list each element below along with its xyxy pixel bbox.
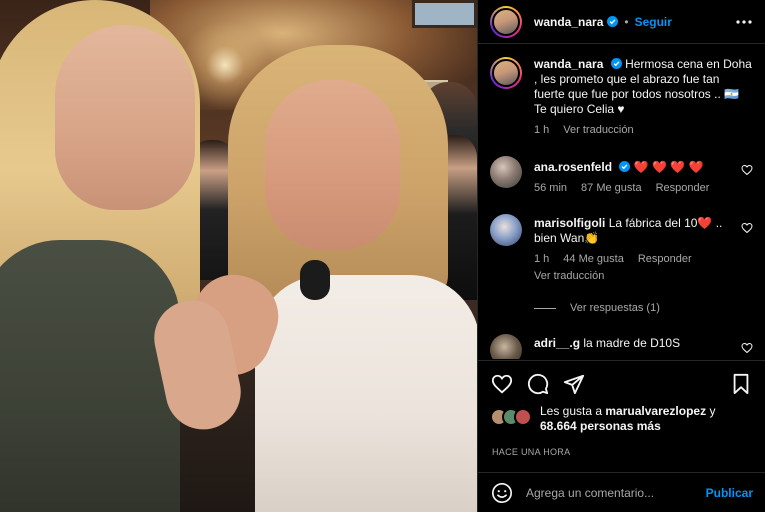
caption-username[interactable]: wanda_nara — [534, 57, 603, 71]
comment-text: la madre de D10S — [583, 336, 681, 350]
post-photo[interactable] — [0, 0, 477, 512]
caption-author-avatar[interactable] — [490, 57, 522, 89]
comment-reply-button[interactable]: Responder — [638, 252, 692, 267]
verified-badge-icon — [607, 16, 619, 27]
post-header: wanda_nara • Seguir — [478, 0, 765, 44]
comment-item: marisolfigoli La fábrica del 10❤️ .. bie… — [490, 214, 753, 284]
young-woman-top — [0, 240, 180, 512]
caption: wanda_nara Hermosa cena en Doha , les pr… — [490, 57, 753, 138]
commenter-username[interactable]: marisolfigoli — [534, 216, 605, 230]
post-timestamp[interactable]: HACE UNA HORA — [492, 447, 570, 457]
comment-composer: Publicar — [478, 472, 765, 512]
post-actions — [478, 360, 765, 406]
comment-meta: 1 h 44 Me gusta Responder — [534, 252, 733, 267]
author-username[interactable]: wanda_nara — [534, 15, 603, 29]
commenter-username[interactable]: ana.rosenfeld — [534, 160, 612, 174]
share-icon[interactable] — [562, 372, 586, 396]
comment-icon[interactable] — [526, 372, 550, 396]
young-woman-face — [55, 25, 195, 210]
separator-dot: • — [624, 14, 629, 29]
comment-input[interactable] — [526, 485, 706, 500]
comment-likes[interactable]: 44 Me gusta — [563, 252, 624, 267]
author-avatar[interactable] — [490, 5, 522, 38]
view-replies-button[interactable]: Ver respuestas (1) — [534, 302, 753, 314]
replies-line — [534, 307, 556, 309]
emoji-icon[interactable] — [490, 481, 514, 505]
comment-time[interactable]: 1 h — [534, 252, 549, 267]
comment-time[interactable]: 56 min — [534, 181, 567, 196]
view-replies-label: Ver respuestas (1) — [570, 302, 660, 314]
post-side-panel: wanda_nara • Seguir wanda_nara Hermosa c… — [477, 0, 765, 512]
commenter-avatar[interactable] — [490, 334, 522, 359]
follow-button[interactable]: Seguir — [635, 15, 672, 29]
comment-like-heart-icon[interactable] — [741, 342, 753, 354]
likes-text[interactable]: Les gusta a marualvarezlopez y 68.664 pe… — [540, 404, 715, 434]
comment-like-heart-icon[interactable] — [741, 222, 753, 234]
likes-prefix: Les gusta a — [540, 404, 606, 418]
older-woman-shirt — [255, 275, 477, 512]
publish-button[interactable]: Publicar — [706, 486, 753, 500]
verified-badge-icon — [610, 58, 622, 69]
verified-badge-icon — [619, 161, 631, 172]
comment-item: ana.rosenfeld ❤️ ❤️ ❤️ ❤️ 56 min 87 Me g… — [490, 156, 753, 196]
likes-user[interactable]: marualvarezlopez — [605, 404, 706, 418]
caption-translate-link[interactable]: Ver traducción — [563, 123, 633, 138]
heart-icon[interactable] — [490, 372, 514, 396]
likes-count[interactable]: 68.664 personas más — [540, 419, 661, 433]
bookmark-icon[interactable] — [729, 372, 753, 396]
comments-list[interactable]: wanda_nara Hermosa cena en Doha , les pr… — [478, 45, 765, 359]
caption-time[interactable]: 1 h — [534, 123, 549, 138]
comment-item: adri__.g la madre de D10S — [490, 334, 753, 359]
background-window — [412, 0, 477, 28]
caption-meta: 1 h Ver traducción — [534, 123, 753, 138]
older-woman-necklace — [300, 260, 330, 300]
commenter-avatar[interactable] — [490, 214, 522, 246]
likes-summary: Les gusta a marualvarezlopez y 68.664 pe… — [490, 404, 753, 434]
liker-avatar — [514, 408, 532, 426]
comment-likes[interactable]: 87 Me gusta — [581, 181, 642, 196]
comment-meta: 56 min 87 Me gusta Responder — [534, 181, 733, 196]
comment-text: ❤️ ❤️ ❤️ ❤️ — [633, 160, 704, 174]
comment-translate-link[interactable]: Ver traducción — [534, 269, 733, 284]
commenter-username[interactable]: adri__.g — [534, 336, 580, 350]
older-woman-face — [265, 80, 400, 250]
comment-like-heart-icon[interactable] — [741, 164, 753, 176]
more-options-icon[interactable] — [735, 13, 753, 31]
comment-reply-button[interactable]: Responder — [656, 181, 710, 196]
liker-avatars — [490, 408, 532, 426]
commenter-avatar[interactable] — [490, 156, 522, 188]
likes-middle: y — [706, 404, 716, 418]
